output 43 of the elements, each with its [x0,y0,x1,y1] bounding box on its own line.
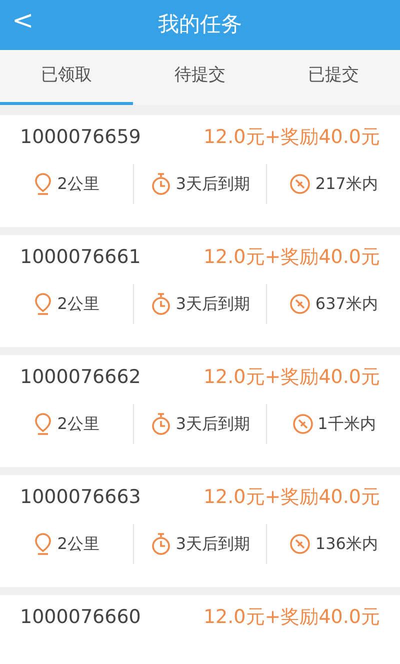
task-id: 1000076662 [20,364,141,390]
task-card[interactable]: 1000076659 12.0元+奖励40.0元 2公里 3天后到期 217米内 [0,115,400,227]
alarm-clock-icon [150,412,172,436]
distance-text: 2公里 [57,173,100,195]
distance-text: 2公里 [57,413,100,435]
task-id: 1000076663 [20,484,141,510]
alarm-clock-icon [150,292,172,316]
page-title: 我的任务 [158,11,242,38]
range-text: 136米内 [315,533,378,555]
alarm-clock-icon [150,532,172,556]
deadline-text: 3天后到期 [176,533,250,555]
task-id: 1000076660 [20,604,141,630]
location-pin-icon [33,532,54,556]
distance-text: 2公里 [57,533,100,555]
task-id: 1000076659 [20,124,141,150]
task-id: 1000076661 [20,244,141,270]
range-text: 217米内 [315,173,378,195]
alarm-clock-icon [150,172,172,196]
reward-amount: 12.0元+奖励40.0元 [203,484,380,510]
location-pin-icon [33,292,54,316]
compass-icon [289,173,312,195]
tab[interactable]: 已提交 [266,50,400,105]
task-card[interactable]: 1000076660 12.0元+奖励40.0元 [0,595,400,664]
compass-icon [289,293,312,315]
tab[interactable]: 待提交 [133,50,267,105]
reward-amount: 12.0元+奖励40.0元 [203,364,380,390]
location-pin-icon [33,172,54,196]
task-card[interactable]: 1000076663 12.0元+奖励40.0元 2公里 3天后到期 136米内 [0,475,400,587]
task-card[interactable]: 1000076662 12.0元+奖励40.0元 2公里 3天后到期 1千米内 [0,355,400,467]
reward-amount: 12.0元+奖励40.0元 [203,604,380,630]
deadline-text: 3天后到期 [176,413,250,435]
distance-text: 2公里 [57,293,100,315]
compass-icon [292,413,314,435]
range-text: 637米内 [315,293,378,315]
range-text: 1千米内 [318,413,376,435]
reward-amount: 12.0元+奖励40.0元 [203,124,380,150]
compass-icon [289,533,312,555]
location-pin-icon [33,412,54,436]
reward-amount: 12.0元+奖励40.0元 [203,244,380,270]
deadline-text: 3天后到期 [176,293,250,315]
tab[interactable]: 已领取 [0,50,134,105]
deadline-text: 3天后到期 [176,173,250,195]
task-card[interactable]: 1000076661 12.0元+奖励40.0元 2公里 3天后到期 637米内 [0,235,400,347]
